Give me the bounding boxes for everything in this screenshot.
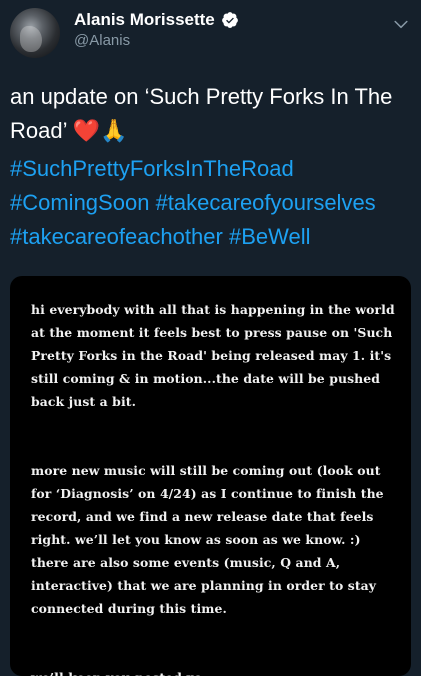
hashtag-link[interactable]: #takecareofyourselves [156, 190, 376, 215]
media-paragraph: hi everybody with all that is happening … [31, 302, 395, 409]
tweet-text: an update on ‘Such Pretty Forks In The R… [10, 84, 393, 143]
avatar[interactable] [10, 8, 60, 58]
user-handle[interactable]: @Alanis [74, 32, 130, 49]
tweet-header: Alanis Morissette @Alanis [10, 8, 411, 58]
hashtag-link[interactable]: #BeWell [229, 224, 311, 249]
media-paragraph: more new music will still be coming out … [31, 463, 384, 616]
hashtag-link[interactable]: #takecareofeachother [10, 224, 223, 249]
media-paragraph: we’ll keep you posted xo [31, 666, 397, 676]
media-image[interactable]: hi everybody with all that is happening … [10, 276, 411, 676]
name-row: Alanis Morissette [74, 10, 239, 30]
display-name[interactable]: Alanis Morissette [74, 10, 215, 30]
media-text: hi everybody with all that is happening … [31, 298, 397, 676]
hashtag-list: #SuchPrettyForksInTheRoad #ComingSoon #t… [10, 152, 411, 254]
hashtag-link[interactable]: #SuchPrettyForksInTheRoad [10, 156, 294, 181]
verified-badge-icon [221, 12, 238, 28]
chevron-down-icon[interactable] [391, 14, 411, 34]
hashtag-link[interactable]: #ComingSoon [10, 190, 149, 215]
